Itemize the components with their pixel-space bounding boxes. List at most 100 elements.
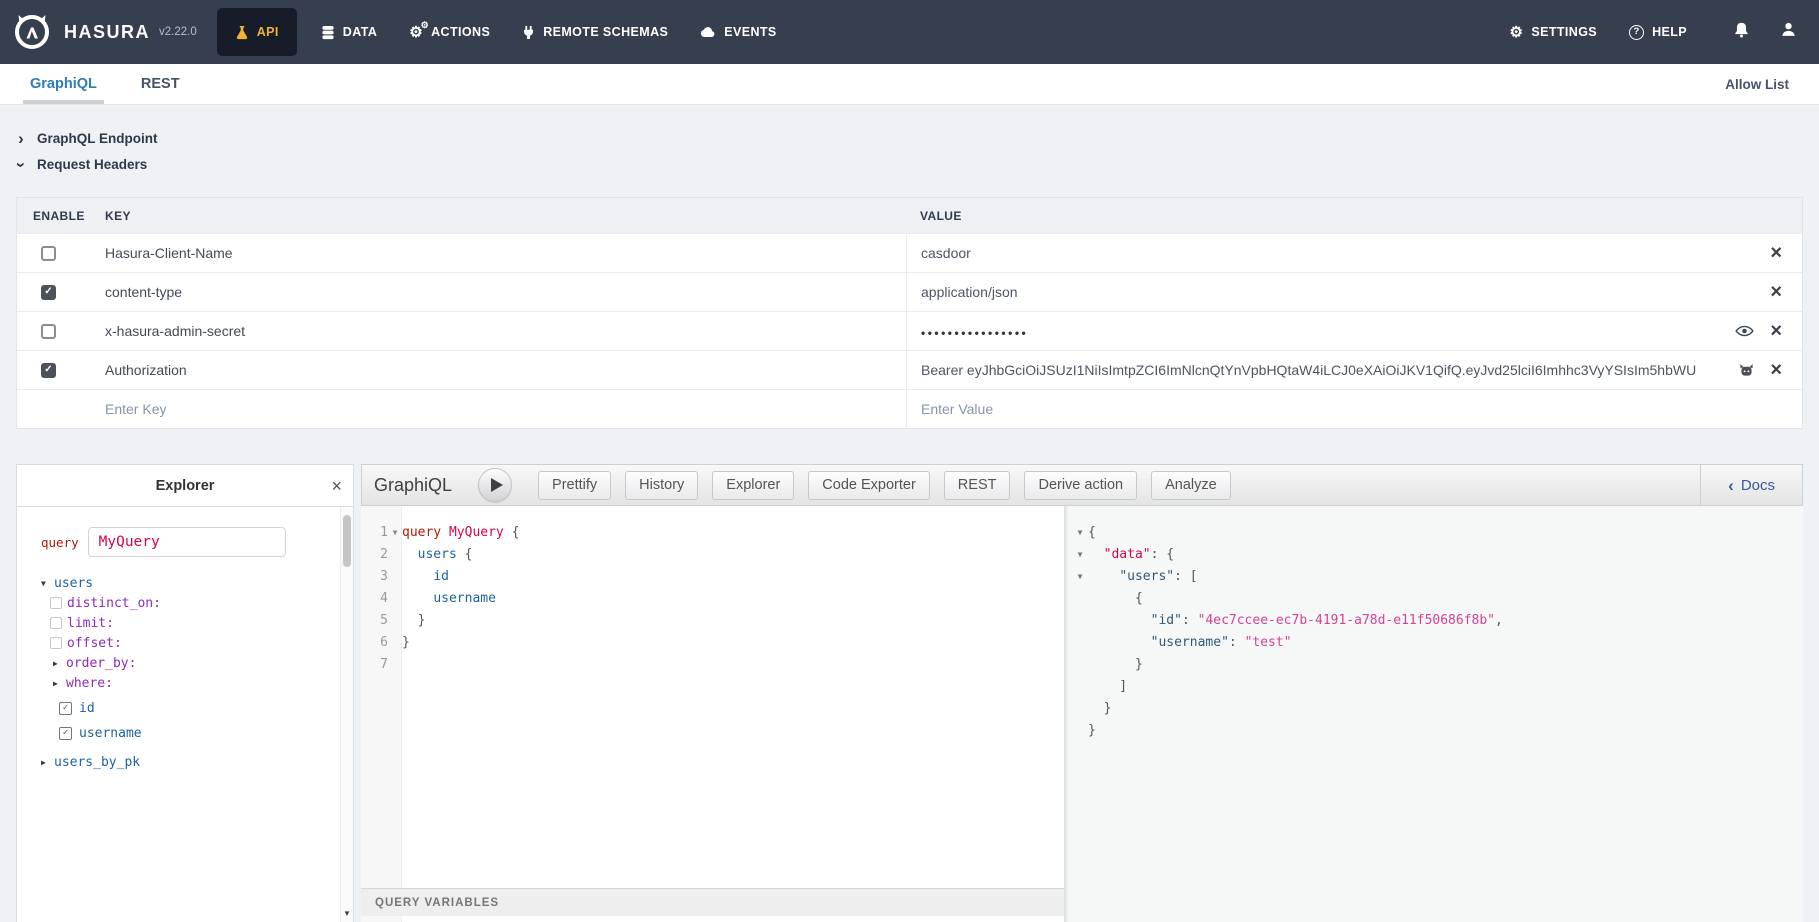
remove-header-icon[interactable]: ×: [1770, 321, 1782, 341]
user-avatar-button[interactable]: [1780, 21, 1797, 43]
nav-item-events[interactable]: EVENTS: [684, 0, 792, 64]
query-name-input[interactable]: [88, 527, 286, 557]
editor-line: 7: [361, 654, 1064, 676]
tree-field-id[interactable]: ✓ id: [50, 698, 340, 718]
enable-checkbox[interactable]: ✓: [41, 246, 56, 261]
allow-list-link[interactable]: Allow List: [1725, 77, 1789, 92]
editor-line: 2 users {: [361, 544, 1064, 566]
nav-item-remote-schemas[interactable]: REMOTE SCHEMAS: [506, 0, 684, 64]
new-header-key-input[interactable]: [105, 401, 666, 417]
fold-gutter: [388, 544, 402, 566]
expand-arrow-icon[interactable]: ▶: [53, 679, 66, 688]
explorer-button[interactable]: Explorer: [712, 471, 794, 500]
gears-icon: ⚙⚙: [409, 25, 423, 40]
prettify-button[interactable]: Prettify: [538, 471, 611, 500]
remove-header-icon[interactable]: ×: [1770, 282, 1782, 302]
rest-button[interactable]: REST: [944, 471, 1011, 500]
collapse-arrow-icon[interactable]: ▼: [41, 579, 54, 588]
tree-field-username[interactable]: ✓username: [50, 723, 340, 743]
brand-name: HASURA: [64, 22, 150, 43]
nav-item-label: API: [257, 25, 279, 39]
field-checkbox[interactable]: ✓: [59, 727, 72, 740]
scrollbar-thumb[interactable]: [343, 515, 351, 567]
fold-gutter: [1072, 654, 1088, 676]
scrollbar-down-arrow-icon[interactable]: ▼: [343, 909, 351, 918]
tab-rest[interactable]: REST: [141, 64, 180, 104]
request-headers-section[interactable]: › Request Headers: [16, 153, 158, 176]
fold-arrow-icon[interactable]: ▼: [388, 522, 402, 544]
enable-cell: ✓: [17, 351, 89, 389]
argument-checkbox[interactable]: [50, 597, 62, 609]
response-line: }: [1072, 720, 1803, 742]
code-exporter-button[interactable]: Code Exporter: [808, 471, 930, 500]
query-variables-bar[interactable]: QUERY VARIABLES: [361, 888, 1064, 916]
fold-arrow-icon[interactable]: ▼: [1072, 544, 1088, 566]
hasura-logo-icon[interactable]: [12, 12, 52, 52]
nav-item-data[interactable]: DATA: [305, 0, 393, 64]
derive-action-button[interactable]: Derive action: [1024, 471, 1137, 500]
chevron-right-icon: ›: [16, 132, 26, 146]
analyze-button[interactable]: Analyze: [1151, 471, 1231, 500]
argument-label: limit:: [67, 616, 114, 631]
enable-cell: ✓: [17, 273, 89, 311]
cloud-icon: [700, 26, 716, 38]
tree-arg-limit[interactable]: limit:: [50, 613, 340, 633]
query-editor-code[interactable]: 1▼query MyQuery {2 users {3 id4 username…: [361, 506, 1064, 676]
nav-item-help[interactable]: ?HELP: [1613, 0, 1703, 64]
close-icon[interactable]: ×: [331, 477, 342, 495]
enable-checkbox[interactable]: ✓: [41, 324, 56, 339]
docs-button[interactable]: ‹ Docs: [1700, 465, 1802, 505]
remove-header-icon[interactable]: ×: [1770, 243, 1782, 263]
column-enable: ENABLE: [17, 209, 89, 223]
fold-gutter: [1072, 610, 1088, 632]
header-value: ••••••••••••••••: [921, 323, 1735, 340]
response-json: ▼{▼ "data": {▼ "users": [ { "id": "4ec7c…: [1072, 522, 1803, 742]
line-number: 7: [361, 654, 388, 676]
argument-label: order_by:: [66, 656, 136, 671]
field-label: id: [79, 701, 95, 716]
line-number: 2: [361, 544, 388, 566]
top-nav: HASURA v2.22.0 APIDATA⚙⚙ACTIONSREMOTE SC…: [0, 0, 1819, 64]
execute-query-button[interactable]: [478, 468, 512, 502]
nav-item-api[interactable]: API: [217, 8, 297, 56]
enable-checkbox[interactable]: ✓: [41, 285, 56, 300]
nav-right-menu: ⚙SETTINGS?HELP: [1493, 0, 1797, 64]
argument-checkbox[interactable]: [50, 637, 62, 649]
tree-field-users[interactable]: ▼users: [41, 573, 340, 593]
fold-arrow-icon[interactable]: ▼: [1072, 566, 1088, 588]
header-key: Hasura-Client-Name: [89, 245, 906, 261]
fold-gutter: [388, 632, 402, 654]
explorer-scrollbar[interactable]: ▼: [340, 507, 353, 922]
response-line: "username": "test": [1072, 632, 1803, 654]
response-viewer: ▼{▼ "data": {▼ "users": [ { "id": "4ec7c…: [1065, 506, 1803, 922]
bell-button[interactable]: [1733, 21, 1750, 44]
nav-item-actions[interactable]: ⚙⚙ACTIONS: [393, 0, 506, 64]
graphql-endpoint-label: GraphQL Endpoint: [37, 131, 158, 146]
tree-arg-order-by[interactable]: ▶order_by:: [50, 653, 340, 673]
tree-arg-where[interactable]: ▶where:: [50, 673, 340, 693]
expand-arrow-icon[interactable]: ▶: [41, 758, 54, 767]
tree-arg-distinct-on[interactable]: distinct_on:: [50, 593, 340, 613]
line-number: 6: [361, 632, 388, 654]
table-row: ✓Hasura-Client-Namecasdoor×: [17, 233, 1802, 272]
argument-label: distinct_on:: [67, 596, 161, 611]
argument-checkbox[interactable]: [50, 617, 62, 629]
field-checkbox[interactable]: ✓: [59, 702, 72, 715]
query-editor[interactable]: 1▼query MyQuery {2 users {3 id4 username…: [361, 506, 1065, 922]
value-cell: Bearer eyJhbGciOiJSUzI1NiIsImtpZCI6ImNlc…: [906, 351, 1802, 389]
new-header-value-input[interactable]: [921, 401, 1531, 417]
expand-arrow-icon[interactable]: ▶: [53, 659, 66, 668]
tab-graphiql[interactable]: GraphiQL: [30, 64, 97, 104]
tree-arg-offset[interactable]: offset:: [50, 633, 340, 653]
enable-checkbox[interactable]: ✓: [41, 363, 56, 378]
graphql-endpoint-section[interactable]: › GraphQL Endpoint: [16, 127, 158, 150]
nav-item-settings[interactable]: ⚙SETTINGS: [1493, 0, 1613, 64]
query-keyword-label: query: [41, 535, 79, 550]
remove-header-icon[interactable]: ×: [1770, 360, 1782, 380]
fold-arrow-icon[interactable]: ▼: [1072, 522, 1088, 544]
tree-field-users-by-pk[interactable]: ▶users_by_pk: [41, 751, 340, 773]
history-button[interactable]: History: [625, 471, 698, 500]
eye-icon[interactable]: [1735, 325, 1754, 337]
jwt-decode-icon[interactable]: [1739, 363, 1754, 378]
key-input-cell: [89, 401, 906, 417]
